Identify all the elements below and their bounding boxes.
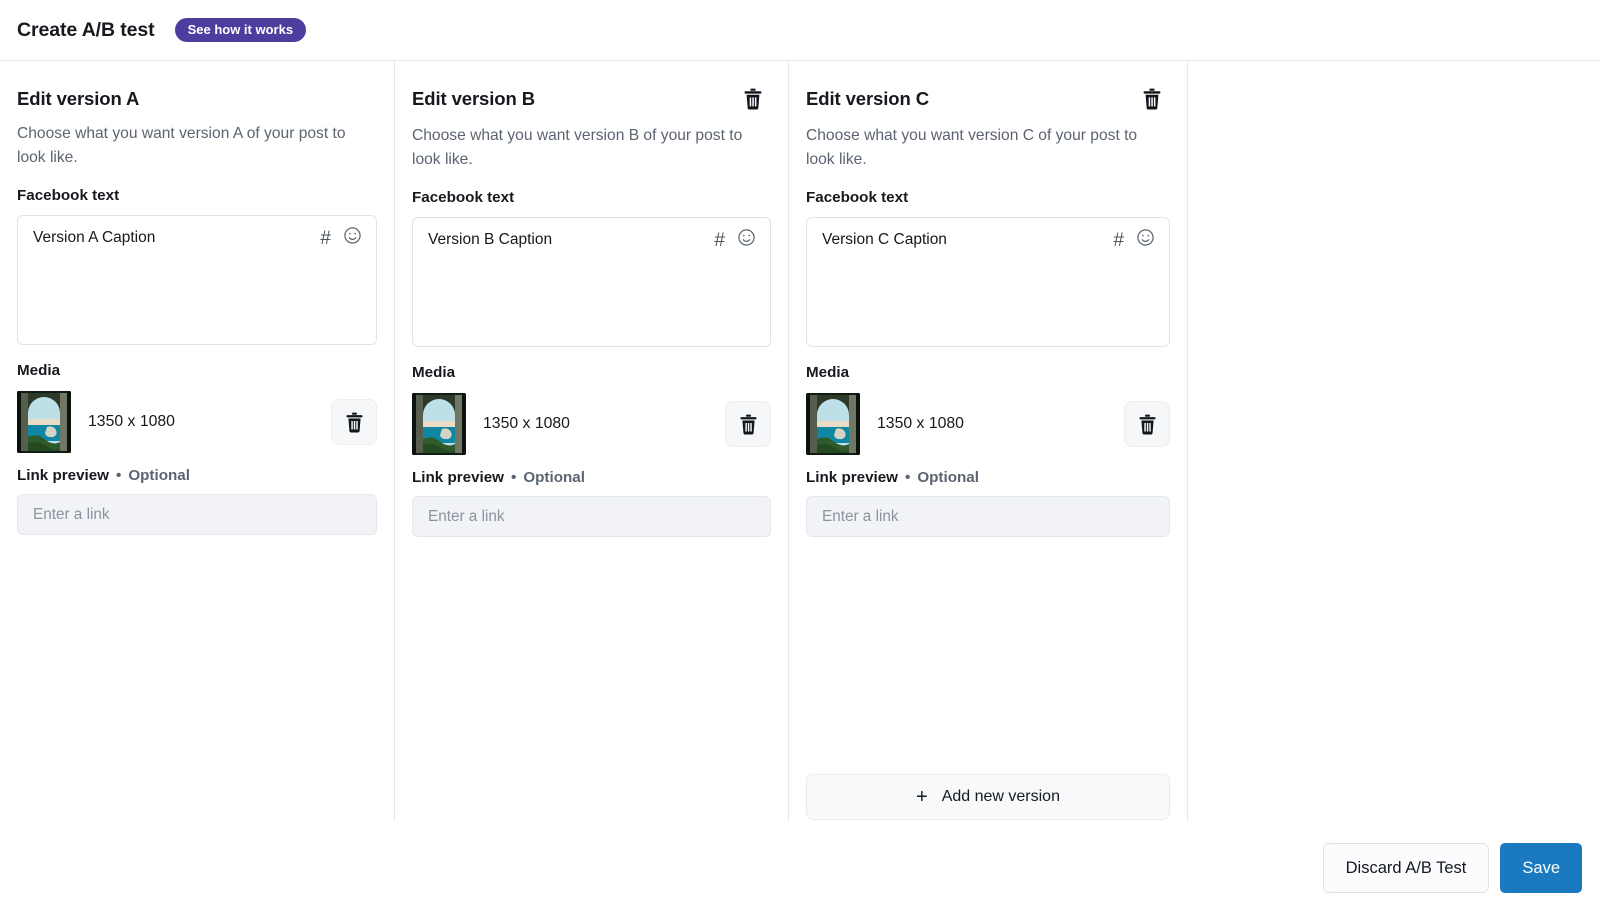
smiley-icon[interactable] xyxy=(343,226,362,250)
version-column-b: Edit version B Choose what you want vers… xyxy=(394,61,788,821)
version-b-media-label: Media xyxy=(412,364,456,381)
version-b-link-optional: Optional xyxy=(523,469,585,486)
version-c-link-label: Link preview xyxy=(806,469,899,486)
smiley-icon[interactable] xyxy=(737,228,756,252)
version-c-subtitle: Choose what you want version C of your p… xyxy=(806,127,1138,168)
version-c-media-label: Media xyxy=(806,364,850,381)
version-b-caption-input[interactable]: Version B Caption # xyxy=(412,217,771,347)
version-c-header: Edit version C xyxy=(806,88,1170,112)
version-b-caption-tools: # xyxy=(714,228,756,252)
save-button[interactable]: Save xyxy=(1500,843,1582,893)
see-how-it-works-button[interactable]: See how it works xyxy=(174,18,307,42)
version-a-media-thumbnail[interactable] xyxy=(17,391,71,453)
add-new-version-button[interactable]: + Add new version xyxy=(806,774,1170,820)
version-a-caption-tools: # xyxy=(320,226,362,250)
hashtag-icon[interactable]: # xyxy=(320,229,331,248)
smiley-icon[interactable] xyxy=(1136,228,1155,252)
version-c-media-thumbnail[interactable] xyxy=(806,393,860,455)
version-a-link-optional: Optional xyxy=(128,467,190,484)
versions-container: Edit version A Choose what you want vers… xyxy=(0,61,1600,821)
empty-panel-area xyxy=(1187,61,1600,821)
version-a-header: Edit version A xyxy=(17,88,377,110)
version-c-link-separator: • xyxy=(905,469,911,486)
version-c-media-delete-button[interactable] xyxy=(1124,401,1170,447)
version-a-media-dimensions: 1350 x 1080 xyxy=(88,413,175,430)
version-b-text-label: Facebook text xyxy=(412,189,515,206)
version-column-a: Edit version A Choose what you want vers… xyxy=(0,61,394,821)
version-a-media-label: Media xyxy=(17,362,61,379)
version-c-caption-tools: # xyxy=(1113,228,1155,252)
version-b-header: Edit version B xyxy=(412,88,771,112)
version-b-media-row: 1350 x 1080 xyxy=(412,393,771,455)
version-b-title: Edit version B xyxy=(412,88,535,109)
version-a-title: Edit version A xyxy=(17,88,140,109)
plus-icon: + xyxy=(916,786,928,808)
version-c-delete-button[interactable] xyxy=(1139,86,1165,112)
version-column-c: Edit version C Choose what you want vers… xyxy=(788,61,1187,821)
version-c-text-label: Facebook text xyxy=(806,189,909,206)
version-a-caption-value: Version A Caption xyxy=(33,229,156,246)
add-new-version-label: Add new version xyxy=(941,788,1060,805)
version-c-caption-input[interactable]: Version C Caption # xyxy=(806,217,1170,347)
version-b-subtitle: Choose what you want version B of your p… xyxy=(412,127,743,168)
version-b-caption-value: Version B Caption xyxy=(428,231,553,248)
version-c-media-dimensions: 1350 x 1080 xyxy=(877,415,964,432)
version-c-title: Edit version C xyxy=(806,88,929,109)
version-b-link-label-row: Link preview • Optional xyxy=(412,469,771,486)
version-a-text-label: Facebook text xyxy=(17,187,120,204)
page-header: Create A/B test See how it works xyxy=(0,0,1600,61)
version-a-media-row: 1350 x 1080 xyxy=(17,391,377,453)
hashtag-icon[interactable]: # xyxy=(1113,231,1124,250)
version-b-link-input[interactable]: Enter a link xyxy=(412,496,771,537)
version-a-media-delete-button[interactable] xyxy=(331,399,377,445)
version-a-link-separator: • xyxy=(116,467,122,484)
version-c-link-input[interactable]: Enter a link xyxy=(806,496,1170,537)
version-a-link-label-row: Link preview • Optional xyxy=(17,467,377,484)
version-c-media-row: 1350 x 1080 xyxy=(806,393,1170,455)
version-b-link-label: Link preview xyxy=(412,469,505,486)
version-c-link-label-row: Link preview • Optional xyxy=(806,469,1170,486)
version-a-caption-input[interactable]: Version A Caption # xyxy=(17,215,377,345)
version-c-caption-value: Version C Caption xyxy=(822,231,947,248)
hashtag-icon[interactable]: # xyxy=(714,231,725,250)
version-b-media-dimensions: 1350 x 1080 xyxy=(483,415,570,432)
version-b-media-delete-button[interactable] xyxy=(725,401,771,447)
version-a-subtitle: Choose what you want version A of your p… xyxy=(17,125,346,166)
version-a-link-label: Link preview xyxy=(17,467,110,484)
version-b-delete-button[interactable] xyxy=(740,86,766,112)
version-b-link-separator: • xyxy=(511,469,517,486)
discard-ab-test-button[interactable]: Discard A/B Test xyxy=(1322,843,1490,893)
version-c-link-optional: Optional xyxy=(917,469,979,486)
version-a-link-input[interactable]: Enter a link xyxy=(17,494,377,535)
page-title: Create A/B test xyxy=(17,18,155,41)
footer-actions: Discard A/B Test Save xyxy=(0,821,1600,915)
version-b-media-thumbnail[interactable] xyxy=(412,393,466,455)
